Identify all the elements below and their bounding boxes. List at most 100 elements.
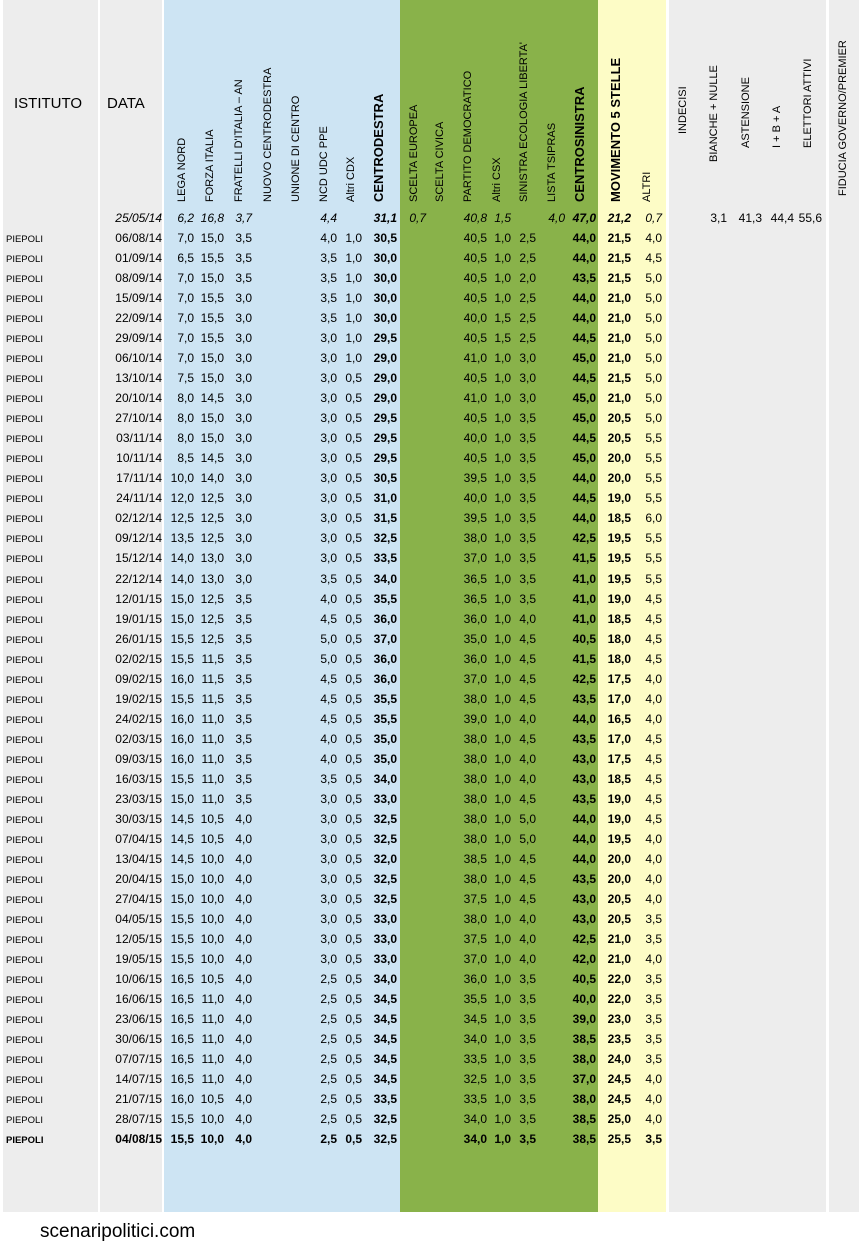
cell-altri-cdx: 0,5 (345, 1012, 362, 1026)
institute-cell: PIEPOLI (6, 494, 43, 505)
cell-centrodestra: 34,5 (373, 1052, 397, 1066)
institute-cell: PIEPOLI (6, 695, 43, 706)
cell-centrodestra: 34,0 (373, 972, 397, 986)
cell-altri: 4,5 (645, 632, 662, 646)
cell-altri-cdx: 0,5 (345, 772, 362, 786)
cell-altri: 3,5 (645, 1052, 662, 1066)
election-elettori-attivi: 55,6 (798, 211, 822, 225)
cell-fratelli-italia: 4,0 (235, 952, 252, 966)
poll-table: ISTITUTO DATA LEGA NORD FORZA ITALIA FRATE… (0, 0, 867, 1257)
cell-altri-cdx: 1,0 (345, 251, 362, 265)
institute-cell: PIEPOLI (6, 274, 43, 285)
cell-fratelli-italia: 4,0 (235, 832, 252, 846)
cell-centrosinistra: 44,0 (572, 231, 596, 245)
cell-centrosinistra: 42,5 (572, 531, 596, 545)
cell-sel: 4,0 (519, 952, 536, 966)
cell-altri: 5,0 (645, 351, 662, 365)
cell-altri: 5,5 (645, 471, 662, 485)
cell-centrosinistra: 44,5 (572, 331, 596, 345)
cell-altri: 4,0 (645, 672, 662, 686)
cell-sel: 5,0 (519, 812, 536, 826)
cell-centrodestra: 32,5 (373, 1132, 397, 1146)
cell-altri-cdx: 0,5 (345, 1132, 362, 1146)
institute-cell: PIEPOLI (6, 895, 43, 906)
cell-centrosinistra: 43,5 (572, 692, 596, 706)
cell-altri: 5,0 (645, 411, 662, 425)
cell-altri-cdx: 0,5 (345, 692, 362, 706)
cell-fratelli-italia: 3,0 (235, 511, 252, 525)
cell-fratelli-italia: 3,0 (235, 391, 252, 405)
cell-fratelli-italia: 4,0 (235, 852, 252, 866)
header-nuovo-centrodestra: NUOVO CENTRODESTRA (262, 67, 274, 202)
cell-altri-cdx: 1,0 (345, 231, 362, 245)
cell-centrodestra: 36,0 (373, 652, 397, 666)
institute-cell: PIEPOLI (6, 1135, 44, 1146)
cell-altri-cdx: 0,5 (345, 912, 362, 926)
cell-altri-cdx: 0,5 (345, 872, 362, 886)
cell-sel: 3,5 (519, 572, 536, 586)
cell-centrosinistra: 40,5 (572, 632, 596, 646)
cell-centrodestra: 35,0 (373, 752, 397, 766)
cell-fratelli-italia: 3,0 (235, 431, 252, 445)
cell-centrodestra: 32,5 (373, 812, 397, 826)
institute-cell: PIEPOLI (6, 595, 43, 606)
cell-centrodestra: 32,5 (373, 832, 397, 846)
cell-centrodestra: 34,5 (373, 1072, 397, 1086)
cell-sel: 4,5 (519, 892, 536, 906)
cell-centrosinistra: 40,5 (572, 972, 596, 986)
institute-cell: PIEPOLI (6, 394, 43, 405)
cell-fratelli-italia: 3,5 (235, 652, 252, 666)
cell-fratelli-italia: 4,0 (235, 912, 252, 926)
cell-sel: 3,5 (519, 1012, 536, 1026)
cell-sel: 3,5 (519, 431, 536, 445)
cell-sel: 4,5 (519, 632, 536, 646)
cell-sel: 2,5 (519, 231, 536, 245)
cell-centrosinistra: 43,0 (572, 752, 596, 766)
cell-sel: 3,5 (519, 451, 536, 465)
institute-cell: PIEPOLI (6, 454, 43, 465)
institute-cell: PIEPOLI (6, 1095, 43, 1106)
cell-centrosinistra: 44,0 (572, 291, 596, 305)
cell-centrodestra: 29,5 (373, 451, 397, 465)
cell-fratelli-italia: 3,5 (235, 231, 252, 245)
cell-fratelli-italia: 3,0 (235, 311, 252, 325)
cell-altri-cdx: 1,0 (345, 351, 362, 365)
cell-altri-cdx: 0,5 (345, 551, 362, 565)
cell-altri: 5,0 (645, 311, 662, 325)
cell-sel: 3,5 (519, 551, 536, 565)
cell-altri-cdx: 1,0 (345, 291, 362, 305)
cell-centrodestra: 31,5 (373, 511, 397, 525)
cell-fratelli-italia: 3,5 (235, 271, 252, 285)
cell-centrodestra: 33,0 (373, 932, 397, 946)
header-scelta-civica: SCELTA CIVICA (434, 121, 446, 202)
cell-centrosinistra: 41,0 (572, 612, 596, 626)
cell-centrosinistra: 43,5 (572, 792, 596, 806)
cell-altri-cdx: 0,5 (345, 1112, 362, 1126)
cell-fratelli-italia: 4,0 (235, 872, 252, 886)
cell-fratelli-italia: 3,5 (235, 692, 252, 706)
cell-altri: 4,5 (645, 772, 662, 786)
cell-altri: 5,0 (645, 391, 662, 405)
cell-altri: 3,5 (645, 932, 662, 946)
institute-cell: PIEPOLI (6, 675, 43, 686)
institute-cell: PIEPOLI (6, 575, 43, 586)
cell-centrosinistra: 42,0 (572, 952, 596, 966)
cell-centrodestra: 32,5 (373, 1112, 397, 1126)
cell-altri: 5,0 (645, 331, 662, 345)
cell-fratelli-italia: 3,0 (235, 331, 252, 345)
cell-centrodestra: 33,0 (373, 952, 397, 966)
election-centrosinistra: 47,0 (572, 211, 596, 225)
column-separator (98, 0, 100, 1212)
cell-altri-cdx: 0,5 (345, 752, 362, 766)
header-unione-centro: UNIONE DI CENTRO (290, 95, 302, 202)
cell-centrodestra: 30,0 (373, 311, 397, 325)
institute-cell: PIEPOLI (6, 855, 43, 866)
institute-cell: PIEPOLI (6, 815, 43, 826)
cell-altri-cdx: 0,5 (345, 431, 362, 445)
cell-altri-cdx: 0,5 (345, 852, 362, 866)
cell-centrosinistra: 44,0 (572, 311, 596, 325)
cell-altri-cdx: 0,5 (345, 1092, 362, 1106)
institute-cell: PIEPOLI (6, 735, 43, 746)
cell-altri-cdx: 0,5 (345, 932, 362, 946)
header-forza-italia: FORZA ITALIA (204, 129, 216, 202)
